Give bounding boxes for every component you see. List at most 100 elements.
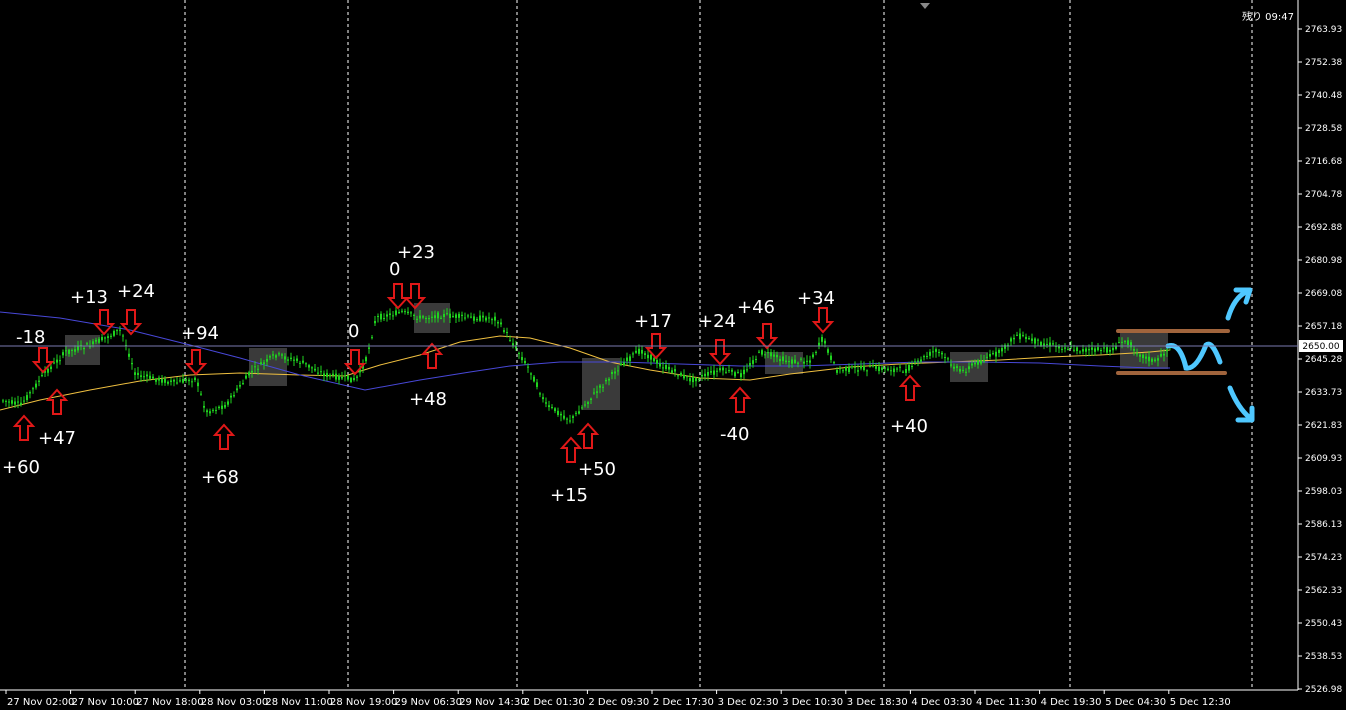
price-tick-label: 2752.38 bbox=[1305, 58, 1342, 68]
candle-body bbox=[812, 354, 814, 358]
candle-body bbox=[506, 331, 508, 333]
pip-result-label: +24 bbox=[698, 311, 736, 332]
candle-body bbox=[1112, 347, 1114, 351]
candle-body bbox=[77, 346, 79, 351]
candle-body bbox=[353, 378, 355, 381]
candle-body bbox=[986, 356, 988, 358]
candle-body bbox=[914, 361, 916, 363]
candle-body bbox=[878, 366, 880, 372]
candle-body bbox=[896, 368, 898, 370]
candle-body bbox=[1001, 348, 1003, 352]
candle-body bbox=[833, 362, 835, 364]
candle-body bbox=[815, 352, 817, 354]
candle-body bbox=[20, 402, 22, 405]
candle-body bbox=[50, 366, 52, 370]
candle-body bbox=[275, 355, 277, 358]
pip-result-label: +13 bbox=[70, 287, 108, 308]
candle-body bbox=[365, 357, 367, 362]
candle-body bbox=[557, 410, 559, 415]
candle-body bbox=[221, 405, 223, 409]
candle-body bbox=[323, 373, 325, 377]
candle-body bbox=[521, 357, 523, 361]
candle-body bbox=[1139, 354, 1141, 357]
candle-body bbox=[338, 375, 340, 380]
candle-body bbox=[272, 354, 274, 356]
candle-body bbox=[659, 363, 661, 367]
candle-body bbox=[467, 315, 469, 317]
candle-body bbox=[236, 388, 238, 391]
candle-body bbox=[944, 357, 946, 359]
candle-body bbox=[1154, 359, 1156, 362]
candle-body bbox=[500, 322, 502, 325]
candle-body bbox=[1136, 353, 1138, 355]
candle-body bbox=[734, 372, 736, 377]
candle-body bbox=[260, 362, 262, 365]
candle-body bbox=[29, 392, 31, 394]
candle-body bbox=[917, 360, 919, 362]
candle-body bbox=[68, 349, 70, 354]
candle-body bbox=[1088, 349, 1090, 351]
candle-body bbox=[131, 362, 133, 365]
price-tick-label: 2633.73 bbox=[1305, 388, 1342, 398]
candle-body bbox=[980, 360, 982, 364]
candle-body bbox=[149, 375, 151, 379]
candle-body bbox=[305, 363, 307, 365]
candle-body bbox=[143, 376, 145, 378]
candle-body bbox=[1076, 347, 1078, 352]
candle-body bbox=[347, 375, 349, 380]
price-scale[interactable]: 2763.93 2752.38 2740.48 2728.58 2716.68 2704.… bbox=[1298, 25, 1342, 695]
pip-result-label: +60 bbox=[2, 457, 40, 478]
candle-body bbox=[1118, 342, 1120, 344]
candle-body bbox=[881, 367, 883, 371]
candle-body bbox=[164, 378, 166, 383]
candle-body bbox=[161, 379, 163, 383]
candle-body bbox=[797, 362, 799, 364]
candle-body bbox=[209, 411, 211, 414]
candle-body bbox=[1103, 347, 1105, 349]
candle-body bbox=[239, 384, 241, 387]
candle-body bbox=[320, 371, 322, 373]
candle-body bbox=[1130, 342, 1132, 348]
candle-body bbox=[920, 359, 922, 362]
candle-body bbox=[866, 370, 868, 372]
candle-body bbox=[1031, 338, 1033, 341]
candle-body bbox=[548, 405, 550, 408]
candle-body bbox=[332, 373, 334, 376]
candle-body bbox=[656, 360, 658, 364]
candle-body bbox=[689, 378, 691, 382]
candle-body bbox=[386, 314, 388, 317]
candle-body bbox=[1034, 338, 1036, 344]
candle-body bbox=[1124, 341, 1126, 343]
pip-result-label: +50 bbox=[578, 459, 616, 480]
pip-result-label: +23 bbox=[397, 242, 435, 263]
candle-body bbox=[776, 354, 778, 358]
candle-body bbox=[224, 405, 226, 408]
candle-body bbox=[572, 416, 574, 418]
candle-body bbox=[554, 408, 556, 412]
candle-body bbox=[200, 393, 202, 395]
candle-body bbox=[674, 369, 676, 372]
candle-body bbox=[938, 351, 940, 353]
candle-body bbox=[122, 335, 124, 337]
candle-body bbox=[869, 366, 871, 368]
time-tick-label: 3 Dec 10:30 bbox=[782, 697, 843, 708]
candle-body bbox=[695, 378, 697, 382]
candle-body bbox=[1160, 353, 1162, 357]
candle-body bbox=[926, 356, 928, 358]
candle-body bbox=[254, 366, 256, 368]
candle-body bbox=[293, 359, 295, 361]
price-chart[interactable]: 残り 09:47 -18+47+60+13 +24+94+6800+23+48+1… bbox=[0, 0, 1346, 710]
candle-body bbox=[749, 362, 751, 366]
candle-body bbox=[251, 370, 253, 373]
candle-body bbox=[965, 371, 967, 373]
bar-timer-label: 残り 09:47 bbox=[1242, 10, 1294, 23]
candle-body bbox=[65, 350, 67, 352]
candle-body bbox=[1121, 341, 1123, 343]
candle-body bbox=[98, 338, 100, 343]
candle-body bbox=[1019, 333, 1021, 340]
candle-body bbox=[2, 400, 4, 402]
candle-body bbox=[929, 351, 931, 356]
time-tick-label: 27 Nov 10:00 bbox=[72, 697, 139, 708]
candle-body bbox=[257, 368, 259, 370]
candle-body bbox=[74, 349, 76, 352]
